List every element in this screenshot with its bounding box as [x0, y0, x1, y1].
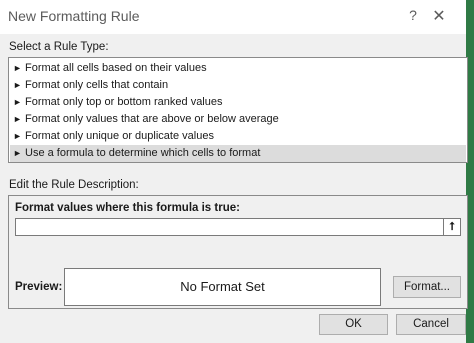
rule-type-item[interactable]: ► Format only unique or duplicate values [10, 128, 466, 145]
rule-type-list[interactable]: ► Format all cells based on their values … [8, 57, 468, 163]
rule-description-label: Edit the Rule Description: [9, 179, 139, 191]
arrow-right-icon: ► [13, 131, 22, 141]
rule-type-item-label: Format only unique or duplicate values [25, 130, 214, 142]
arrow-right-icon: ► [13, 80, 22, 90]
rule-type-item[interactable]: ► Format all cells based on their values [10, 60, 466, 77]
collapse-dialog-button[interactable]: ⭡ [443, 218, 461, 236]
preview-label: Preview: [15, 281, 63, 293]
dialog-title: New Formatting Rule [8, 8, 140, 24]
new-formatting-rule-dialog: New Formatting Rule ? ✕ Select a Rule Ty… [0, 0, 474, 343]
rule-type-item-label: Format only cells that contain [25, 79, 169, 91]
close-icon[interactable]: ✕ [429, 6, 449, 26]
rule-type-item-label: Format only values that are above or bel… [25, 113, 279, 125]
title-bar: New Formatting Rule ? ✕ [0, 0, 474, 34]
formula-label: Format values where this formula is true… [15, 202, 240, 214]
cancel-button[interactable]: Cancel [396, 314, 466, 335]
preview-box: No Format Set [64, 268, 381, 306]
rule-type-item-selected[interactable]: ► Use a formula to determine which cells … [10, 145, 466, 162]
arrow-right-icon: ► [13, 148, 22, 158]
help-button[interactable]: ? [405, 7, 421, 25]
rule-type-item[interactable]: ► Format only cells that contain [10, 77, 466, 94]
rule-type-item[interactable]: ► Format only top or bottom ranked values [10, 94, 466, 111]
rule-type-label: Select a Rule Type: [9, 41, 109, 53]
format-button[interactable]: Format... [393, 276, 461, 298]
ok-button[interactable]: OK [319, 314, 388, 335]
rule-type-item-label: Format all cells based on their values [25, 62, 207, 74]
rule-type-item-label: Use a formula to determine which cells t… [25, 147, 261, 159]
rule-type-item[interactable]: ► Format only values that are above or be… [10, 111, 466, 128]
rule-type-item-label: Format only top or bottom ranked values [25, 96, 223, 108]
arrow-right-icon: ► [13, 114, 22, 124]
arrow-right-icon: ► [13, 97, 22, 107]
formula-input[interactable] [15, 218, 445, 236]
arrow-right-icon: ► [13, 63, 22, 73]
arrow-up-icon: ⭡ [449, 221, 455, 233]
